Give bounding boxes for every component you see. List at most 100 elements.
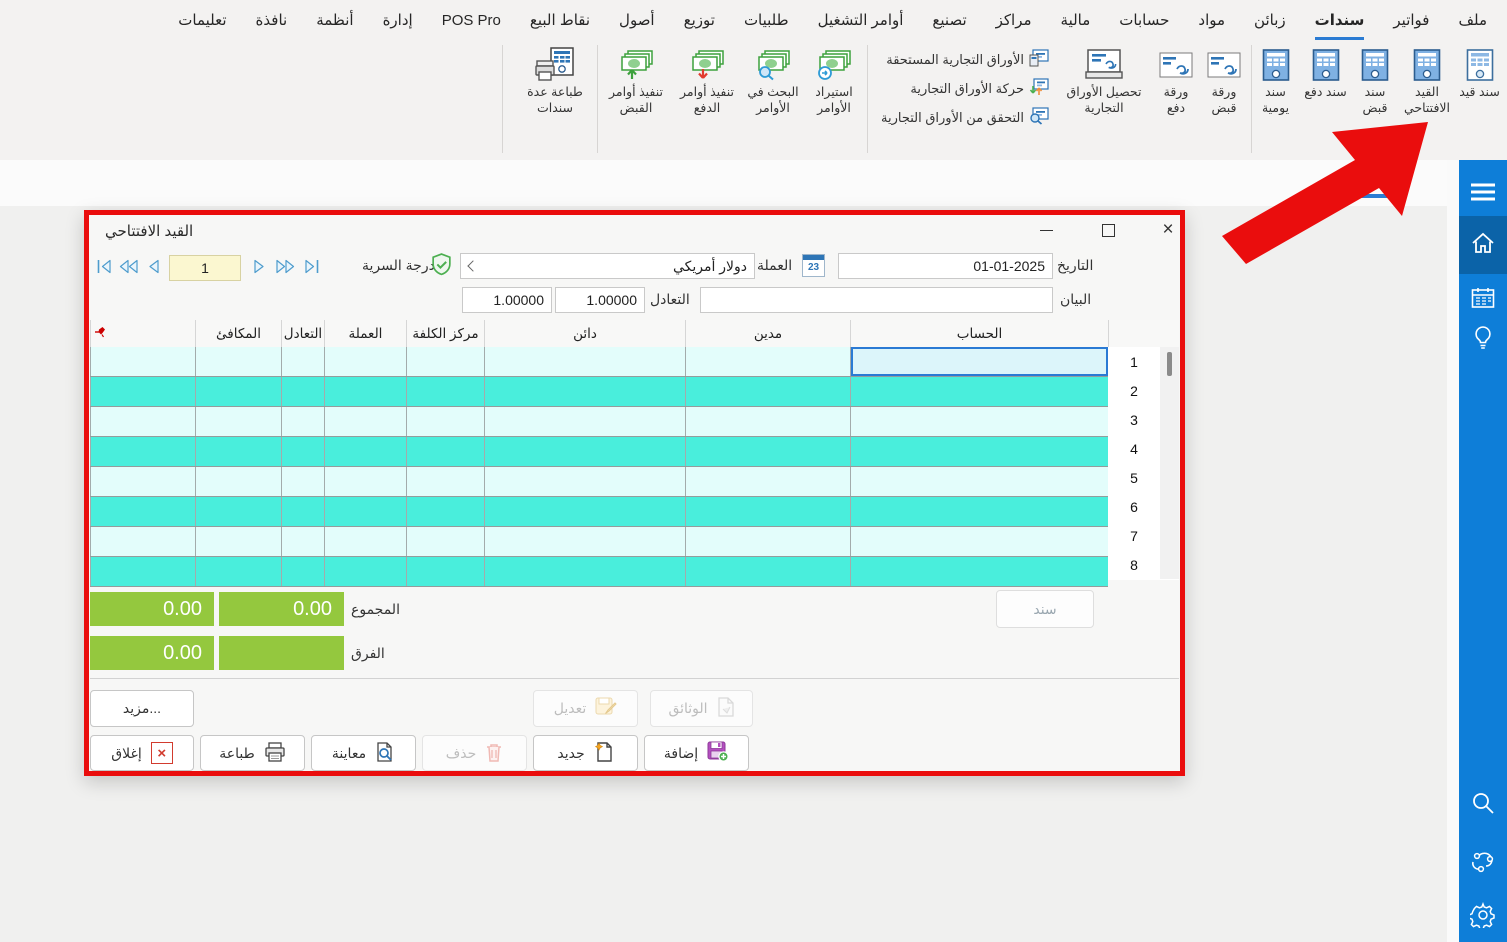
menu-item-work-orders[interactable]: أوامر التشغيل (818, 0, 904, 40)
table-cell[interactable] (685, 497, 850, 526)
table-cell[interactable] (406, 557, 484, 586)
table-cell[interactable] (406, 377, 484, 406)
date-input[interactable]: 01-01-2025 (838, 253, 1053, 279)
statement-input[interactable] (700, 287, 1053, 313)
maximize-button[interactable] (1092, 217, 1124, 243)
menu-item-window[interactable]: نافذة (256, 0, 288, 40)
table-cell[interactable] (484, 437, 685, 466)
ribbon-item-due-papers[interactable]: الأوراق التجارية المستحقة (881, 45, 1049, 74)
table-cell[interactable] (281, 347, 324, 376)
table-cell[interactable] (484, 377, 685, 406)
nav-first-icon[interactable] (96, 259, 112, 274)
table-cell[interactable] (324, 377, 406, 406)
sidebar-share-button[interactable] (1459, 840, 1507, 886)
ribbon-button-payment-voucher[interactable]: سند دفع (1302, 44, 1349, 116)
minimize-button[interactable] (1030, 217, 1062, 243)
table-scrollbar[interactable] (1160, 347, 1179, 579)
table-cell[interactable] (406, 347, 484, 376)
table-cell[interactable] (685, 527, 850, 556)
ribbon-item-papers-movement[interactable]: حركة الأوراق التجارية (881, 74, 1049, 103)
table-cell[interactable] (484, 467, 685, 496)
menu-item-help[interactable]: تعليمات (178, 0, 226, 40)
menu-item-distribution[interactable]: توزيع (684, 0, 715, 40)
table-cell[interactable] (324, 347, 406, 376)
table-cell[interactable] (850, 377, 1108, 406)
table-cell[interactable] (685, 377, 850, 406)
ribbon-item-verify-papers[interactable]: التحقق من الأوراق التجارية (881, 103, 1049, 132)
menu-item-pos[interactable]: نقاط البيع (530, 0, 590, 40)
table-cell[interactable] (324, 407, 406, 436)
ribbon-button-import-orders[interactable]: استيراد الأوامر (806, 44, 862, 116)
table-cell[interactable] (484, 527, 685, 556)
ribbon-button-print-multiple-vouchers[interactable]: طباعة عدة سندات (518, 44, 592, 116)
sidebar-settings-button[interactable] (1459, 894, 1507, 940)
table-cell[interactable] (195, 407, 281, 436)
column-header-currency[interactable]: العملة (324, 320, 406, 347)
table-cell[interactable] (685, 347, 850, 376)
nav-last-icon[interactable] (304, 259, 320, 274)
menu-item-accounts[interactable]: حسابات (1119, 0, 1169, 40)
table-cell[interactable] (195, 467, 281, 496)
menu-item-administration[interactable]: إدارة (383, 0, 413, 40)
preview-button[interactable]: معاينة (311, 735, 416, 771)
sidebar-search-button[interactable] (1459, 782, 1507, 828)
table-cell[interactable] (90, 497, 195, 526)
edit-button[interactable]: تعديل (533, 690, 638, 727)
table-cell[interactable] (195, 497, 281, 526)
table-cell[interactable] (850, 497, 1108, 526)
table-cell[interactable] (685, 437, 850, 466)
menu-item-centers[interactable]: مراكز (996, 0, 1032, 40)
calendar-picker-icon[interactable]: 23 (802, 254, 825, 277)
table-cell[interactable] (90, 527, 195, 556)
selected-account-cell[interactable] (850, 347, 1108, 376)
menu-item-customers[interactable]: زبائن (1254, 0, 1286, 40)
menu-item-file[interactable]: ملف (1458, 0, 1487, 40)
table-cell[interactable] (484, 407, 685, 436)
parity-input-1[interactable]: 1.00000 (462, 287, 552, 313)
table-cell[interactable] (850, 407, 1108, 436)
table-cell[interactable] (90, 557, 195, 586)
menu-item-orders[interactable]: طلبيات (744, 0, 789, 40)
table-cell[interactable] (850, 527, 1108, 556)
table-cell[interactable] (195, 557, 281, 586)
tab-default[interactable]: افتراضي (1329, 168, 1395, 198)
table-cell[interactable] (406, 497, 484, 526)
table-cell[interactable] (281, 467, 324, 496)
column-header-equivalent[interactable]: المكافئ (195, 320, 281, 347)
pin-column-header[interactable] (90, 320, 195, 347)
sidebar-menu-button[interactable] (1459, 172, 1507, 216)
currency-select[interactable]: دولار أمريكي (460, 253, 755, 279)
sidebar-calendar-button[interactable] (1459, 278, 1507, 322)
table-cell[interactable] (195, 437, 281, 466)
parity-input-2[interactable]: 1.00000 (555, 287, 645, 313)
ribbon-button-receipt-voucher[interactable]: سند قبض (1351, 44, 1399, 116)
column-header-credit[interactable]: دائن (484, 320, 685, 347)
more-button[interactable]: مزيد... (90, 690, 194, 727)
table-cell[interactable] (406, 437, 484, 466)
scrollbar-thumb[interactable] (1167, 352, 1172, 376)
nav-fast-forward-icon[interactable] (276, 259, 295, 274)
table-cell[interactable] (281, 377, 324, 406)
menu-item-assets[interactable]: أصول (619, 0, 655, 40)
table-cell[interactable] (90, 347, 195, 376)
menu-item-manufacturing[interactable]: تصنيع (932, 0, 966, 40)
table-cell[interactable] (484, 497, 685, 526)
table-cell[interactable] (324, 437, 406, 466)
sanad-button[interactable]: سند (996, 590, 1094, 628)
column-header-account[interactable]: الحساب (850, 320, 1108, 347)
nav-prev-icon[interactable] (146, 259, 159, 274)
ribbon-button-receipt-paper[interactable]: ورقة قبض (1201, 44, 1247, 116)
table-cell[interactable] (281, 527, 324, 556)
print-button[interactable]: طباعة (200, 735, 305, 771)
close-window-button[interactable]: × (1152, 217, 1184, 243)
table-cell[interactable] (685, 467, 850, 496)
table-cell[interactable] (281, 557, 324, 586)
table-cell[interactable] (195, 377, 281, 406)
menu-item-invoices[interactable]: فواتير (1393, 0, 1429, 40)
column-header-parity[interactable]: التعادل (281, 320, 324, 347)
menu-item-systems[interactable]: أنظمة (316, 0, 353, 40)
documents-button[interactable]: الوثائق (650, 690, 753, 727)
table-cell[interactable] (685, 407, 850, 436)
table-cell[interactable] (195, 527, 281, 556)
nav-fast-back-icon[interactable] (119, 259, 138, 274)
